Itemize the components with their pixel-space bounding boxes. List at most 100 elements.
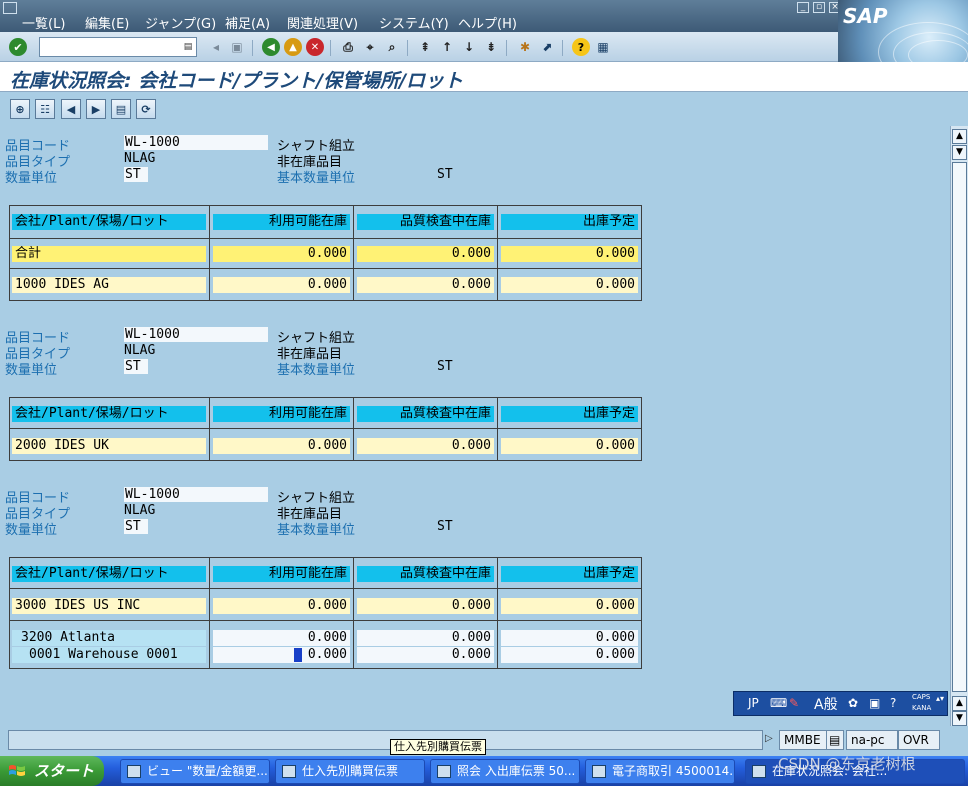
restore-icon[interactable]: ▫ (813, 2, 825, 13)
column-header-org[interactable]: 会社/Plant/保場/ロット (12, 566, 206, 582)
next-item-icon[interactable]: ▶ (86, 99, 106, 119)
company-issue[interactable]: 0.000 (501, 438, 638, 454)
previous-page-icon[interactable]: ↑ (438, 38, 456, 56)
start-button[interactable]: スタート (0, 756, 104, 786)
system-menu-icon[interactable] (3, 2, 17, 14)
company-row-label[interactable]: 3000 IDES US INC (12, 598, 206, 614)
select-layout-icon[interactable]: ▤ (111, 99, 131, 119)
save-icon[interactable]: ▣ (228, 38, 246, 56)
collapse-arrow-icon[interactable]: ◂ (207, 38, 225, 56)
exit-icon[interactable]: ▲ (284, 38, 302, 56)
column-header-unrestricted[interactable]: 利用可能在庫 (213, 566, 350, 582)
menu-environment[interactable]: 関連処理(V) (287, 13, 358, 32)
company-unrestricted[interactable]: 0.000 (213, 598, 350, 614)
column-header-issue[interactable]: 出庫予定 (501, 214, 638, 230)
storage-location-issue[interactable]: 0.000 (501, 647, 638, 663)
command-input[interactable] (40, 38, 178, 56)
detail-display-icon[interactable]: ⊕ (10, 99, 30, 119)
back-icon[interactable]: ◀ (262, 38, 280, 56)
ime-language[interactable]: JP (748, 696, 759, 710)
column-header-quality[interactable]: 品質検査中在庫 (357, 214, 494, 230)
transaction-code: MMBE (779, 730, 827, 750)
status-message-area (8, 730, 763, 750)
column-header-org[interactable]: 会社/Plant/保場/ロット (12, 214, 206, 230)
first-page-icon[interactable]: ⇞ (416, 38, 434, 56)
print-icon[interactable]: ⎙ (339, 38, 357, 56)
session-list-icon[interactable]: ▤ (826, 730, 844, 750)
taskbar-item-3[interactable]: 照会 入出庫伝票 50... (430, 759, 580, 784)
command-field[interactable]: ▤ (39, 37, 197, 57)
page-up-icon[interactable]: ▼ (952, 145, 967, 160)
menu-system[interactable]: システム(Y) (379, 13, 449, 32)
taskbar-item-1[interactable]: ビュー "数量/金額更... (120, 759, 270, 784)
company-quality[interactable]: 0.000 (357, 277, 494, 293)
next-page-icon[interactable]: ↓ (460, 38, 478, 56)
last-page-icon[interactable]: ⇟ (482, 38, 500, 56)
enter-check-icon[interactable]: ✔ (9, 38, 27, 56)
plant-unrestricted[interactable]: 0.000 (213, 630, 350, 646)
find-next-icon[interactable]: ⌕ (383, 38, 401, 56)
insert-mode[interactable]: OVR (898, 730, 940, 750)
column-header-issue[interactable]: 出庫予定 (501, 406, 638, 422)
status-expand-icon[interactable]: ▷ (765, 733, 773, 744)
layout-menu-icon[interactable]: ▦ (594, 38, 612, 56)
scroll-down-icon[interactable]: ▼ (952, 711, 967, 726)
column-header-quality[interactable]: 品質検査中在庫 (357, 406, 494, 422)
total-issue[interactable]: 0.000 (501, 246, 638, 262)
company-quality[interactable]: 0.000 (357, 438, 494, 454)
company-issue[interactable]: 0.000 (501, 277, 638, 293)
hierarchy-icon[interactable]: ☷ (35, 99, 55, 119)
company-unrestricted[interactable]: 0.000 (213, 277, 350, 293)
menu-goto[interactable]: ジャンプ(G) (145, 13, 216, 32)
taskbar-item-label: 電子商取引 4500014... (612, 764, 735, 778)
column-header-unrestricted[interactable]: 利用可能在庫 (213, 214, 350, 230)
vertical-scrollbar[interactable]: ▲ ▼ ▲ ▼ (950, 126, 968, 726)
plant-quality[interactable]: 0.000 (357, 630, 494, 646)
page-down-icon[interactable]: ▲ (952, 696, 967, 711)
refresh-icon[interactable]: ⟳ (136, 99, 156, 119)
company-unrestricted[interactable]: 0.000 (213, 438, 350, 454)
ime-input-mode[interactable]: A般 (814, 694, 838, 714)
help-icon[interactable]: ? (572, 38, 590, 56)
total-row-label[interactable]: 合計 (12, 246, 206, 262)
taskbar-item-2[interactable]: 仕入先別購買伝票 (275, 759, 425, 784)
command-history-icon[interactable]: ▤ (182, 41, 194, 53)
taskbar-item-4[interactable]: 電子商取引 4500014... (585, 759, 735, 784)
ime-help-icon[interactable]: ? (890, 696, 896, 710)
storage-location-unrestricted[interactable]: 0.000 (213, 647, 350, 663)
menu-help[interactable]: ヘルプ(H) (458, 13, 517, 32)
storage-location-row-label[interactable]: 0001 Warehouse 0001 (12, 647, 206, 663)
menu-extras[interactable]: 補足(A) (225, 13, 270, 32)
column-header-quality[interactable]: 品質検査中在庫 (357, 566, 494, 582)
plant-issue[interactable]: 0.000 (501, 630, 638, 646)
company-issue[interactable]: 0.000 (501, 598, 638, 614)
plant-row-label[interactable]: 3200 Atlanta (12, 630, 206, 646)
menu-list[interactable]: 一覧(L) (22, 13, 65, 32)
column-header-org[interactable]: 会社/Plant/保場/ロット (12, 406, 206, 422)
total-unrestricted[interactable]: 0.000 (213, 246, 350, 262)
cancel-icon[interactable]: ✕ (306, 38, 324, 56)
shortcut-icon[interactable]: ⬈ (538, 38, 556, 56)
quantity-unit-label: 数量単位 (5, 171, 58, 186)
company-quality[interactable]: 0.000 (357, 598, 494, 614)
scrollbar-thumb[interactable] (952, 162, 967, 692)
column-header-issue[interactable]: 出庫予定 (501, 566, 638, 582)
ime-pad-icon[interactable]: ✿ (848, 696, 858, 710)
create-session-icon[interactable]: ✱ (516, 38, 534, 56)
keyboard-icon[interactable]: ⌨ (770, 696, 787, 710)
quantity-unit-label: 数量単位 (5, 363, 58, 378)
column-header-unrestricted[interactable]: 利用可能在庫 (213, 406, 350, 422)
ime-pen-icon[interactable]: ✎ (789, 696, 799, 710)
storage-location-quality[interactable]: 0.000 (357, 647, 494, 663)
company-row-label[interactable]: 1000 IDES AG (12, 277, 206, 293)
ime-tools-icon[interactable]: ▣ (869, 696, 880, 710)
company-row-label[interactable]: 2000 IDES UK (12, 438, 206, 454)
total-quality[interactable]: 0.000 (357, 246, 494, 262)
minimize-icon[interactable]: _ (797, 2, 809, 13)
ime-options-icon[interactable]: ▴▾ (936, 694, 944, 703)
menu-edit[interactable]: 編集(E) (85, 13, 129, 32)
scroll-up-icon[interactable]: ▲ (952, 129, 967, 144)
ime-language-bar[interactable]: JP ⌨ ✎ A般 ✿ ▣ ? CAPS KANA ▴▾ (733, 691, 948, 716)
find-icon[interactable]: ⌖ (361, 38, 379, 56)
previous-item-icon[interactable]: ◀ (61, 99, 81, 119)
